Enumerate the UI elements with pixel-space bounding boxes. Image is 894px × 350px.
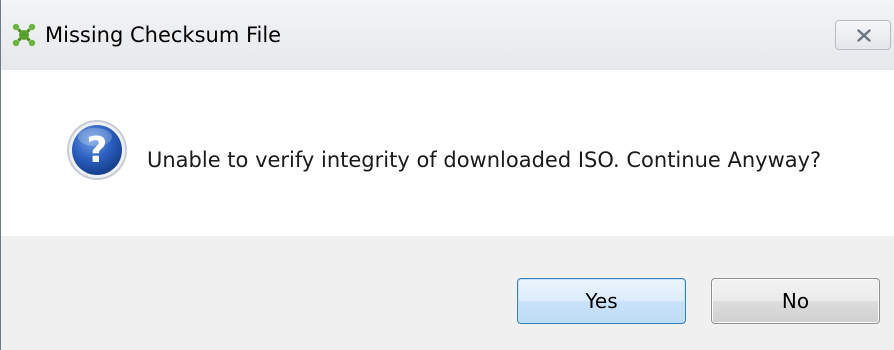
button-bar: Yes No xyxy=(1,236,894,350)
question-icon: ? xyxy=(65,118,129,182)
yes-button[interactable]: Yes xyxy=(517,278,686,324)
svg-text:?: ? xyxy=(87,130,108,171)
dialog-message: Unable to verify integrity of downloaded… xyxy=(147,148,822,172)
window-title: Missing Checksum File xyxy=(45,23,282,47)
gecko-paw-icon xyxy=(12,23,36,47)
title-bar[interactable]: Missing Checksum File xyxy=(1,0,894,70)
no-button[interactable]: No xyxy=(711,278,880,324)
close-icon xyxy=(857,29,871,42)
dialog-window: Missing Checksum File ? Unable to verify… xyxy=(0,0,894,350)
dialog-content: ? Unable to verify integrity of download… xyxy=(1,70,894,236)
close-button[interactable] xyxy=(835,20,891,50)
